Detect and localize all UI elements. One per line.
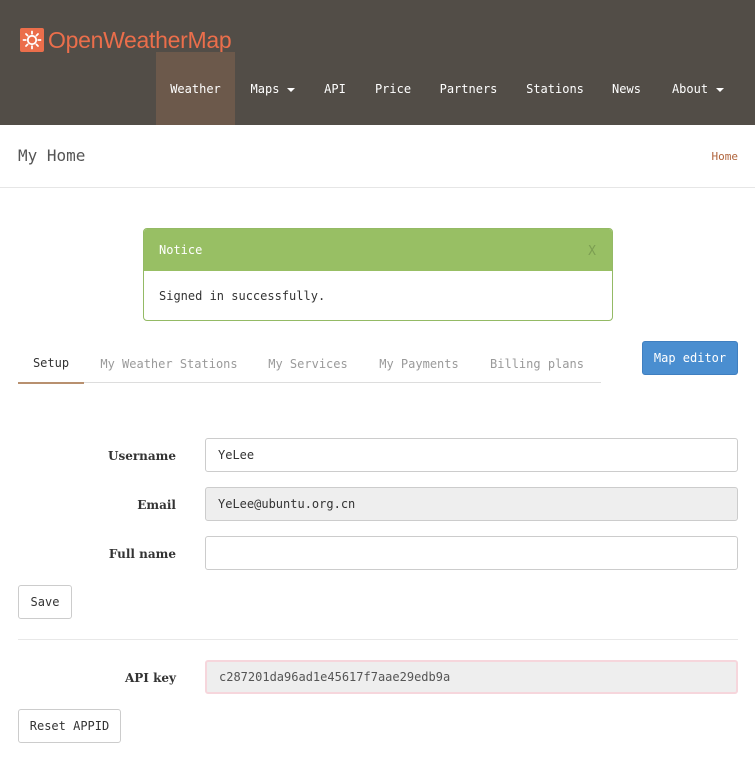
tab-label: Billing plans [490, 356, 584, 371]
site-header: OpenWeatherMap Weather Maps API Price Pa… [0, 0, 755, 125]
notice-title: Notice [159, 243, 203, 257]
api-key-label: API key [124, 671, 176, 685]
fullname-label: Full name [108, 547, 176, 561]
email-value: YeLee@ubuntu.org.cn [218, 497, 356, 511]
page-header: My Home Home [0, 125, 755, 188]
tab-label: Setup [32, 356, 70, 370]
brand-name: OpenWeatherMap [48, 27, 232, 53]
api-key-field[interactable]: c287201da96ad1e45617f7aae29edb9a [205, 660, 738, 694]
sun-logo-icon [20, 28, 44, 52]
chevron-down-icon [716, 87, 725, 92]
username-value: YeLee [218, 448, 255, 462]
tab-my-services[interactable]: My Services [262, 344, 354, 383]
nav-item-maps[interactable]: Maps [238, 52, 308, 125]
map-editor-button[interactable]: Map editor [642, 341, 738, 375]
save-button[interactable]: Save [18, 585, 72, 619]
tab-my-weather-stations[interactable]: My Weather Stations [96, 344, 242, 383]
nav-item-about[interactable]: About [662, 52, 734, 125]
nav-item-weather[interactable]: Weather [156, 52, 235, 125]
page-title: My Home [18, 146, 86, 165]
chevron-down-icon [287, 87, 296, 92]
account-tabs: Setup My Weather Stations My Services My… [18, 344, 601, 384]
tab-my-payments[interactable]: My Payments [373, 344, 465, 383]
nav-item-news[interactable]: News [603, 52, 650, 125]
tab-label: My Services [268, 356, 348, 371]
brand-logo[interactable]: OpenWeatherMap [20, 26, 232, 54]
nav-item-stations[interactable]: Stations [518, 52, 592, 125]
nav-item-label: Stations [526, 81, 584, 96]
notice-header: Notice X [144, 229, 612, 271]
tab-billing-plans[interactable]: Billing plans [484, 344, 590, 383]
close-icon[interactable]: X [588, 244, 596, 259]
reset-appid-button[interactable]: Reset APPID [18, 709, 121, 743]
nav-item-price[interactable]: Price [366, 52, 420, 125]
breadcrumb-home-link[interactable]: Home [712, 150, 739, 163]
username-field[interactable]: YeLee [205, 438, 738, 472]
notice-message: Signed in successfully. [159, 289, 326, 303]
tab-label: My Weather Stations [100, 356, 238, 371]
fullname-field[interactable] [205, 536, 738, 570]
nav-item-partners[interactable]: Partners [431, 52, 506, 125]
nav-item-label: Partners [439, 81, 498, 96]
nav-item-label: Price [374, 81, 412, 96]
nav-item-label: Weather [170, 81, 221, 96]
nav-item-api[interactable]: API [315, 52, 355, 125]
nav-item-label: About [671, 81, 709, 96]
nav-item-label: Maps [250, 81, 280, 96]
api-key-value: c287201da96ad1e45617f7aae29edb9a [219, 670, 451, 684]
email-field[interactable]: YeLee@ubuntu.org.cn [205, 487, 738, 521]
nav-item-label: News [612, 81, 641, 96]
email-label: Email [137, 498, 176, 512]
section-divider [18, 639, 738, 640]
tab-label: My Payments [379, 356, 459, 371]
nav-item-label: API [324, 81, 346, 96]
notice-panel: Notice X Signed in successfully. [143, 228, 613, 321]
tab-setup[interactable]: Setup [18, 344, 84, 384]
username-label: Username [107, 449, 176, 463]
